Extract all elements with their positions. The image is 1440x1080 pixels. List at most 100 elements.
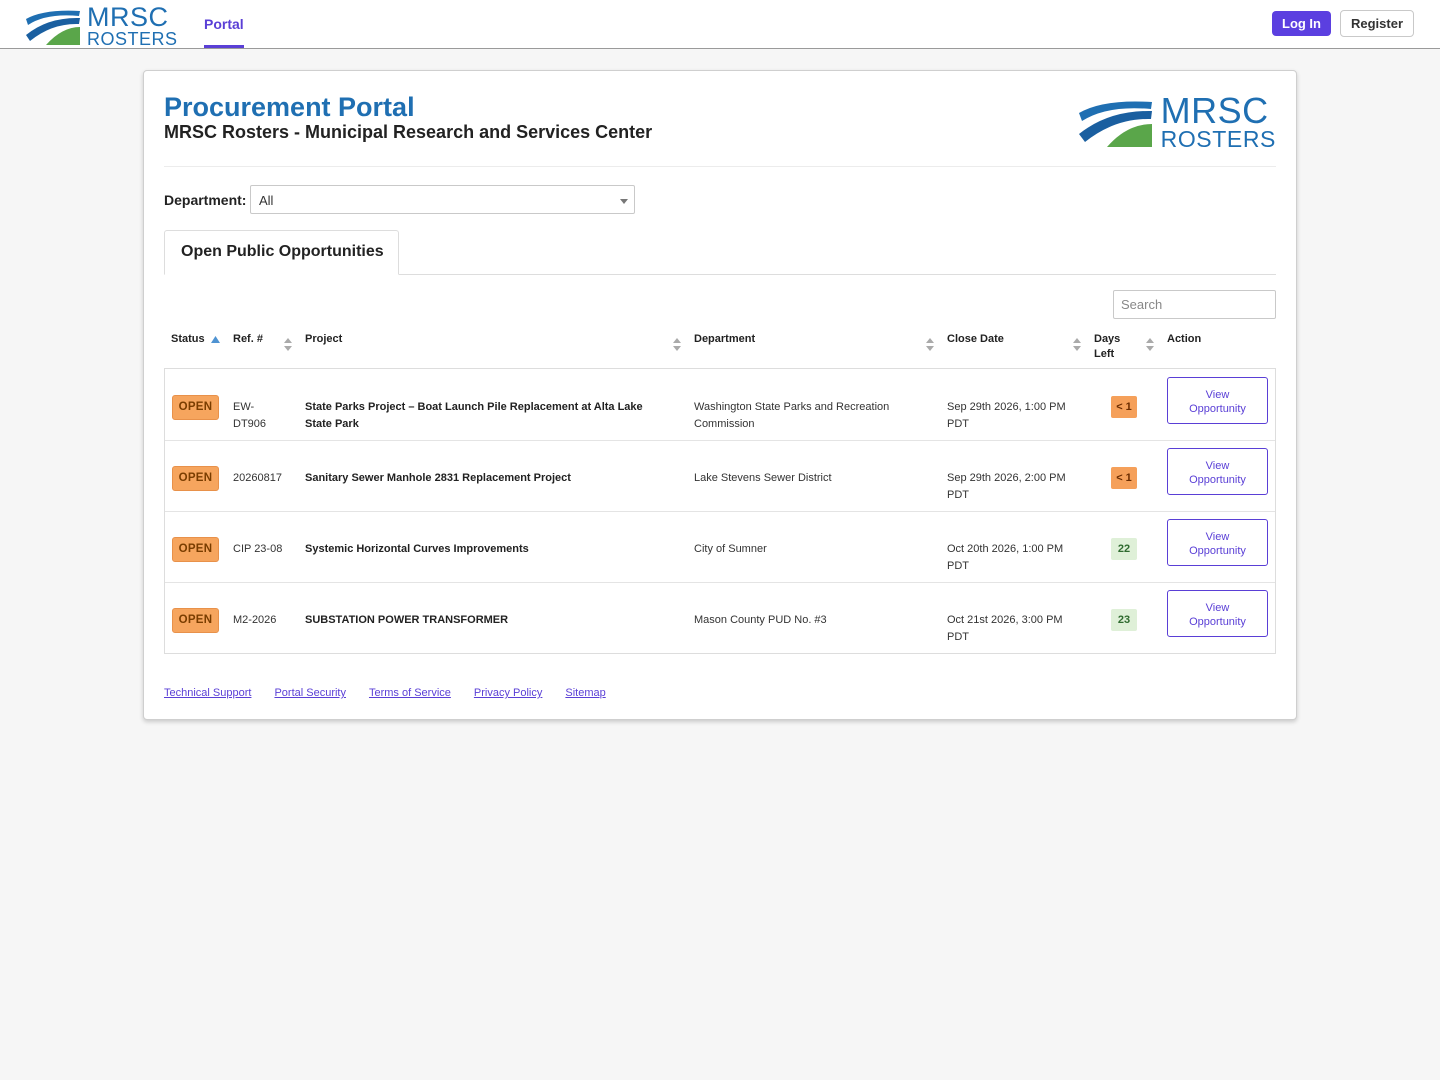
page-title: Procurement Portal	[164, 92, 415, 122]
close-date-cell: Oct 21st 2026, 3:00 PM PDT	[947, 612, 1063, 646]
close-date-line-2: PDT	[947, 418, 969, 430]
opportunity-label: Opportunity	[1189, 473, 1246, 486]
sort-icon[interactable]	[1073, 337, 1081, 353]
column-header-action: Action	[1167, 333, 1202, 345]
department-label: Department:	[164, 192, 247, 208]
view-opportunity-button[interactable]: View Opportunity	[1167, 590, 1268, 637]
view-label: View	[1205, 459, 1230, 472]
ref-cell: M2-2026	[233, 614, 277, 626]
table-row: OPEN EW- DT906 State Parks Project – Boa…	[165, 369, 1275, 440]
ref-line-1: EW-	[233, 401, 255, 413]
view-label: View	[1205, 601, 1230, 614]
close-date-line-1: Sep 29th 2026, 1:00 PM	[947, 401, 1066, 413]
sort-icon[interactable]	[926, 337, 934, 353]
footer-link-technical-support[interactable]: Technical Support	[164, 687, 251, 699]
footer-links: Technical Support Portal Security Terms …	[164, 687, 606, 699]
logo-line-2: ROSTERS	[1160, 126, 1276, 152]
department-cell: Lake Stevens Sewer District	[694, 472, 832, 484]
column-header-close-date[interactable]: Close Date	[947, 332, 1004, 347]
days-header-line-2: Left	[1094, 348, 1115, 360]
project-line-1: State Parks Project – Boat Launch Pile R…	[305, 401, 643, 413]
opportunity-label: Opportunity	[1189, 544, 1246, 557]
opportunity-label: Opportunity	[1189, 402, 1246, 415]
chevron-down-icon	[620, 199, 628, 204]
sort-icon[interactable]	[1146, 337, 1154, 353]
status-badge: OPEN	[172, 395, 219, 420]
close-date-cell: Oct 20th 2026, 1:00 PM PDT	[947, 541, 1063, 575]
status-header-label: Status	[171, 333, 205, 345]
ref-line-2: DT906	[233, 418, 267, 430]
opportunities-table: OPEN EW- DT906 State Parks Project – Boa…	[164, 369, 1276, 654]
logo-line-1: MRSC	[87, 2, 169, 32]
column-header-project[interactable]: Project	[305, 332, 342, 347]
logo-wordmark: MRSC ROSTERS	[1161, 93, 1276, 151]
column-header-department[interactable]: Department	[694, 332, 755, 347]
days-header-line-1: Days	[1094, 333, 1121, 345]
logo-line-1: MRSC	[1160, 90, 1269, 131]
sort-asc-icon	[210, 336, 220, 343]
search-input[interactable]	[1113, 290, 1276, 319]
view-label: View	[1205, 530, 1230, 543]
divider	[164, 166, 1276, 167]
days-left-badge: < 1	[1111, 396, 1137, 418]
footer-link-sitemap[interactable]: Sitemap	[565, 687, 605, 699]
close-date-line-2: PDT	[947, 631, 969, 643]
footer-link-portal-security[interactable]: Portal Security	[274, 687, 346, 699]
close-date-line-1: Oct 21st 2026, 3:00 PM	[947, 614, 1063, 626]
project-cell: Sanitary Sewer Manhole 2831 Replacement …	[305, 472, 571, 484]
logo-wordmark: MRSC ROSTERS	[87, 2, 178, 49]
nav-tab-portal[interactable]: Portal	[204, 0, 244, 48]
view-label: View	[1205, 388, 1230, 401]
days-left-badge: 23	[1111, 609, 1137, 631]
logo-line-2: ROSTERS	[87, 29, 178, 49]
column-header-ref[interactable]: Ref. #	[233, 332, 263, 347]
top-navbar: MRSC ROSTERS Portal Log In Register	[0, 0, 1440, 49]
column-header-days-left[interactable]: Days Left	[1094, 332, 1120, 362]
department-select[interactable]: All	[250, 185, 635, 214]
close-date-cell: Sep 29th 2026, 2:00 PM PDT	[947, 470, 1066, 504]
project-cell: SUBSTATION POWER TRANSFORMER	[305, 614, 509, 626]
view-opportunity-button[interactable]: View Opportunity	[1167, 377, 1268, 424]
table-row: OPEN M2-2026 SUBSTATION POWER TRANSFORME…	[165, 582, 1275, 653]
days-left-badge: < 1	[1111, 467, 1137, 489]
close-date-cell: Sep 29th 2026, 1:00 PM PDT	[947, 399, 1066, 433]
column-header-status[interactable]: Status	[171, 332, 220, 347]
mrsc-swoosh-icon	[26, 10, 80, 45]
mrsc-swoosh-icon	[1078, 101, 1152, 147]
ref-cell: CIP 23-08	[233, 543, 283, 555]
ref-cell: EW- DT906	[233, 399, 266, 433]
status-badge: OPEN	[172, 466, 219, 491]
project-cell: Systemic Horizontal Curves Improvements	[305, 543, 529, 555]
page-subtitle: MRSC Rosters - Municipal Research and Se…	[164, 122, 653, 142]
close-date-line-2: PDT	[947, 560, 969, 572]
register-button[interactable]: Register	[1340, 10, 1414, 37]
mrsc-logo-large: MRSC ROSTERS	[1077, 93, 1276, 151]
ref-cell: 20260817	[233, 472, 282, 484]
tab-open-public-opportunities[interactable]: Open Public Opportunities	[164, 230, 399, 275]
footer-link-terms-of-service[interactable]: Terms of Service	[369, 687, 451, 699]
project-line-2: State Park	[305, 418, 359, 430]
close-date-line-2: PDT	[947, 489, 969, 501]
table-row: OPEN 20260817 Sanitary Sewer Manhole 283…	[165, 440, 1275, 511]
status-badge: OPEN	[172, 608, 219, 633]
table-row: OPEN CIP 23-08 Systemic Horizontal Curve…	[165, 511, 1275, 582]
department-line-2: Commission	[694, 418, 755, 430]
opportunity-label: Opportunity	[1189, 615, 1246, 628]
view-opportunity-button[interactable]: View Opportunity	[1167, 448, 1268, 495]
close-date-line-1: Sep 29th 2026, 2:00 PM	[947, 472, 1066, 484]
status-badge: OPEN	[172, 537, 219, 562]
department-cell: Mason County PUD No. #3	[694, 614, 827, 626]
mrsc-logo[interactable]: MRSC ROSTERS	[24, 4, 178, 48]
department-selected-value: All	[259, 193, 274, 208]
department-line-1: Washington State Parks and Recreation	[694, 401, 890, 413]
view-opportunity-button[interactable]: View Opportunity	[1167, 519, 1268, 566]
department-cell: Washington State Parks and Recreation Co…	[694, 399, 889, 433]
project-cell: State Parks Project – Boat Launch Pile R…	[305, 399, 643, 433]
footer-link-privacy-policy[interactable]: Privacy Policy	[474, 687, 542, 699]
days-left-badge: 22	[1111, 538, 1137, 560]
sort-icon[interactable]	[673, 337, 681, 353]
sort-icon[interactable]	[284, 337, 292, 353]
close-date-line-1: Oct 20th 2026, 1:00 PM	[947, 543, 1064, 555]
log-in-button[interactable]: Log In	[1272, 11, 1331, 36]
procurement-card: Procurement Portal MRSC Rosters - Munici…	[143, 70, 1297, 720]
